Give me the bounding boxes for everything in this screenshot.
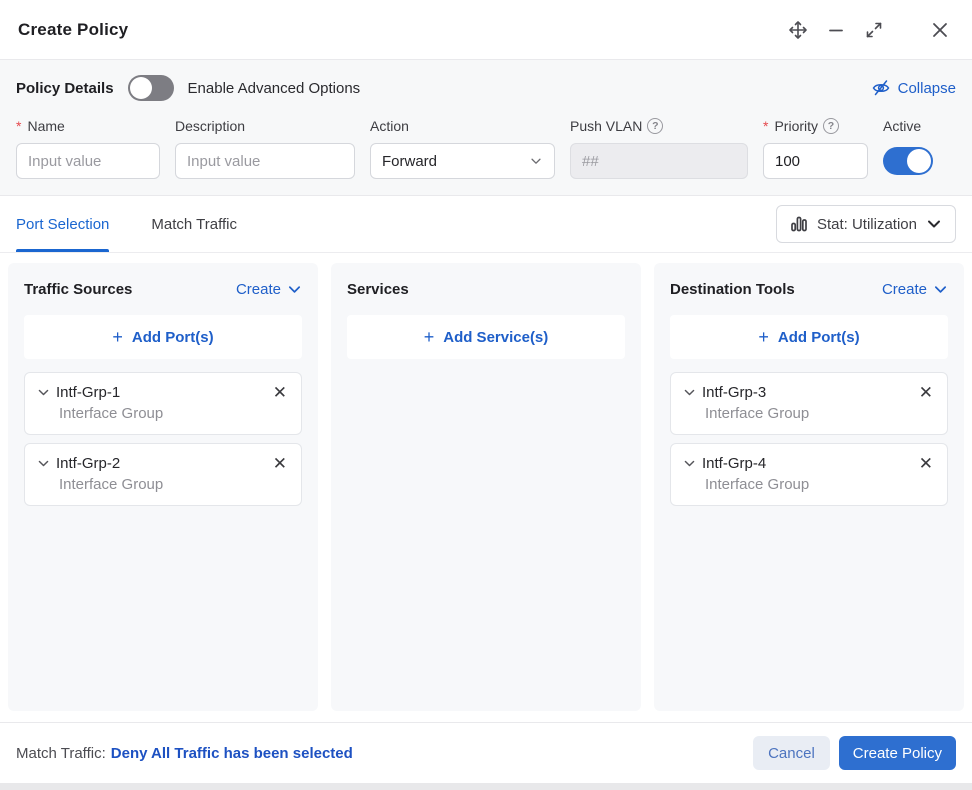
traffic-sources-list: Intf-Grp-1 ✕ Interface Group Intf-Grp-2 … [24,372,302,506]
port-group-name: Intf-Grp-3 [702,384,767,401]
remove-icon[interactable]: ✕ [271,455,289,472]
port-group-name: Intf-Grp-4 [702,455,767,472]
dialog-title: Create Policy [18,19,129,39]
chevron-down-icon[interactable] [37,386,50,399]
port-selection-content: Traffic Sources Create + Add Port(s) Int… [0,253,972,722]
destination-tools-create-dropdown[interactable]: Create [882,281,948,298]
plus-icon: + [758,327,769,347]
toggle-knob [129,77,152,99]
eye-slash-icon [871,78,891,98]
name-label: Name [16,117,160,134]
port-group-type: Interface Group [59,405,164,422]
tab-bar: Port Selection Match Traffic Stat: Utili… [0,196,972,253]
add-services-button[interactable]: + Add Service(s) [347,315,625,359]
push-vlan-label: Push VLAN ? [570,117,748,134]
remove-icon[interactable]: ✕ [271,384,289,401]
help-icon[interactable]: ? [823,117,840,134]
window-bottom-edge [0,783,972,790]
collapse-label: Collapse [897,79,956,97]
create-policy-button[interactable]: Create Policy [838,736,956,770]
policy-details-section: Policy Details Enable Advanced Options C… [0,60,972,196]
active-toggle[interactable] [883,147,933,175]
toggle-knob [907,149,931,173]
destination-tools-title: Destination Tools [670,280,795,298]
remove-icon[interactable]: ✕ [917,455,935,472]
tab-port-selection[interactable]: Port Selection [16,196,110,252]
advanced-options-label: Enable Advanced Options [187,79,361,97]
dialog-footer: Match Traffic: Deny All Traffic has been… [0,722,972,783]
destination-tools-list: Intf-Grp-3 ✕ Interface Group Intf-Grp-4 … [670,372,948,506]
add-ports-button-tools[interactable]: + Add Port(s) [670,315,948,359]
plus-icon: + [112,327,123,347]
advanced-options-toggle[interactable] [127,75,174,101]
plus-icon: + [423,327,435,347]
description-field-group: Description [175,117,355,179]
active-field-group: Active [883,117,933,179]
destination-tools-panel: Destination Tools Create + Add Port(s) I… [654,263,964,711]
move-icon[interactable] [784,16,812,44]
close-icon[interactable] [926,16,954,44]
match-traffic-prefix: Match Traffic: [16,744,106,762]
port-group-type: Interface Group [705,405,810,422]
cancel-button[interactable]: Cancel [753,736,830,770]
chevron-down-icon [933,282,948,297]
chevron-down-icon[interactable] [683,386,696,399]
create-label: Create [881,280,927,298]
priority-input[interactable] [763,143,868,179]
list-item: Intf-Grp-1 ✕ Interface Group [24,372,302,435]
create-policy-dialog: Create Policy Policy Details Enable Adva… [0,0,972,790]
list-item: Intf-Grp-3 ✕ Interface Group [670,372,948,435]
stat-dropdown-label: Stat: Utilization [816,215,917,233]
priority-label: Priority ? [763,117,868,134]
stat-dropdown[interactable]: Stat: Utilization [775,205,956,243]
port-group-type: Interface Group [705,476,810,493]
action-field-group: Action Forward [370,117,555,179]
services-panel: Services + Add Service(s) [331,263,641,711]
help-icon[interactable]: ? [647,117,664,134]
services-title: Services [347,280,409,298]
name-field-group: Name [16,117,160,179]
description-label: Description [175,117,246,134]
collapse-link[interactable]: Collapse [871,78,956,98]
priority-field-group: Priority ? [763,117,868,179]
push-vlan-input [570,143,748,179]
expand-icon[interactable] [860,16,888,44]
action-label: Action [370,117,409,134]
port-group-name: Intf-Grp-2 [56,455,121,472]
bar-chart-icon [790,215,808,233]
list-item: Intf-Grp-2 ✕ Interface Group [24,443,302,506]
action-select[interactable]: Forward [370,143,555,179]
create-label: Create [235,280,281,298]
push-vlan-field-group: Push VLAN ? [570,117,748,179]
policy-details-label: Policy Details [16,79,114,97]
name-input[interactable] [16,143,160,179]
traffic-sources-create-dropdown[interactable]: Create [236,281,302,298]
description-input[interactable] [175,143,355,179]
port-group-name: Intf-Grp-1 [56,384,121,401]
list-item: Intf-Grp-4 ✕ Interface Group [670,443,948,506]
add-ports-button-sources[interactable]: + Add Port(s) [24,315,302,359]
action-selected-value: Forward [382,152,438,170]
traffic-sources-panel: Traffic Sources Create + Add Port(s) Int… [8,263,318,711]
chevron-down-icon [529,154,543,168]
dialog-header: Create Policy [0,0,972,60]
chevron-down-icon[interactable] [683,457,696,470]
chevron-down-icon [926,216,942,232]
remove-icon[interactable]: ✕ [917,384,935,401]
chevron-down-icon[interactable] [37,457,50,470]
minimize-icon[interactable] [822,16,850,44]
match-traffic-message[interactable]: Deny All Traffic has been selected [111,745,353,762]
chevron-down-icon [287,282,302,297]
traffic-sources-title: Traffic Sources [24,280,133,298]
active-label: Active [883,117,922,134]
tab-match-traffic[interactable]: Match Traffic [151,196,237,252]
port-group-type: Interface Group [59,476,164,493]
